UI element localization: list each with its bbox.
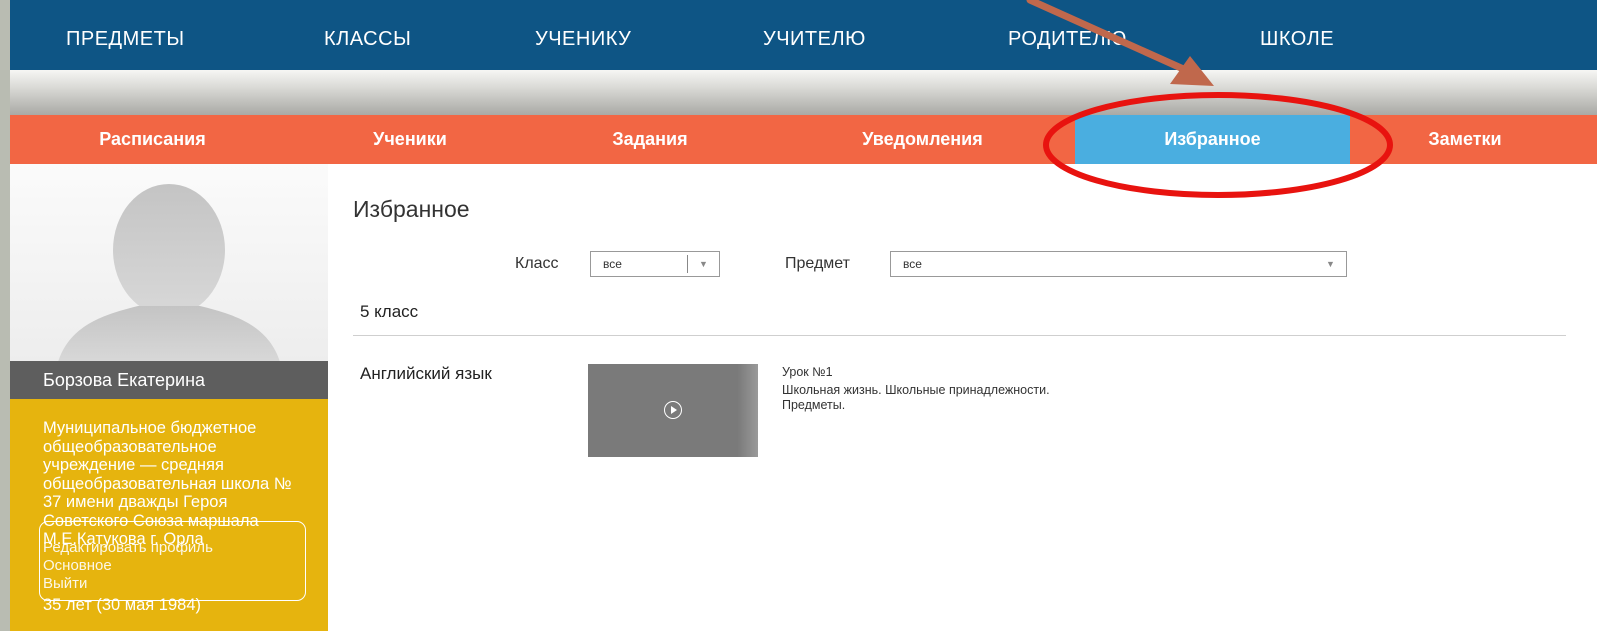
page: ПРЕДМЕТЫ КЛАССЫ УЧЕНИКУ УЧИТЕЛЮ РОДИТЕЛЮ… [10,0,1597,631]
section-tabs: Расписания Ученики Задания Уведомления И… [10,115,1597,164]
class-select[interactable]: все ▼ [590,251,720,277]
divider [353,335,1566,336]
logout-link[interactable]: Выйти [43,575,213,593]
user-silhouette-icon [58,184,280,362]
topnav-item-student[interactable]: УЧЕНИКУ [535,0,631,70]
main-link[interactable]: Основное [43,557,213,575]
lesson-description: Школьная жизнь. Школьные принадлежности.… [782,383,1182,412]
lesson-title[interactable]: Урок №1 [782,365,833,379]
edit-profile-link[interactable]: Редактировать профиль [43,539,213,557]
class-select-value: все [603,257,622,271]
header-band [10,70,1597,115]
profile-name[interactable]: Борзова Екатерина [10,361,328,399]
profile-panel: Борзова Екатерина Муниципальное бюджетно… [10,164,328,631]
chevron-down-icon: ▼ [699,259,708,269]
entry-subject: Английский язык [360,364,492,383]
topnav-item-subjects[interactable]: ПРЕДМЕТЫ [66,0,185,70]
top-navigation: ПРЕДМЕТЫ КЛАССЫ УЧЕНИКУ УЧИТЕЛЮ РОДИТЕЛЮ… [10,0,1597,70]
topnav-item-school[interactable]: ШКОЛЕ [1260,0,1334,70]
topnav-item-parent[interactable]: РОДИТЕЛЮ [1008,0,1127,70]
topnav-item-teacher[interactable]: УЧИТЕЛЮ [763,0,866,70]
lesson-description-line: Предметы. [782,397,846,412]
subject-select[interactable]: все ▼ [890,251,1347,277]
tab-notifications[interactable]: Уведомления [820,115,1025,164]
tab-students[interactable]: Ученики [330,115,490,164]
tab-schedules[interactable]: Расписания [10,115,295,164]
avatar[interactable] [10,164,328,362]
tab-favorites[interactable]: Избранное [1075,115,1350,164]
page-title: Избранное [353,196,470,222]
chevron-down-icon: ▼ [1326,259,1335,269]
lesson-description-line: Школьная жизнь. Школьные принадлежности. [782,383,1050,397]
play-circle-icon[interactable] [664,401,682,419]
profile-age: 35 лет (30 мая 1984) [43,596,202,614]
tab-notes[interactable]: Заметки [1390,115,1540,164]
topnav-item-classes[interactable]: КЛАССЫ [324,0,411,70]
select-separator [687,255,688,273]
video-thumbnail[interactable] [588,364,758,457]
class-filter-label: Класс [515,255,559,272]
school-panel: Муниципальное бюджетное общеобразователь… [10,399,328,631]
profile-menu: Редактировать профиль Основное Выйти [43,539,213,593]
tab-assignments[interactable]: Задания [565,115,735,164]
subject-select-value: все [903,257,922,271]
class-heading: 5 класс [360,302,419,321]
subject-filter-label: Предмет [785,255,850,272]
